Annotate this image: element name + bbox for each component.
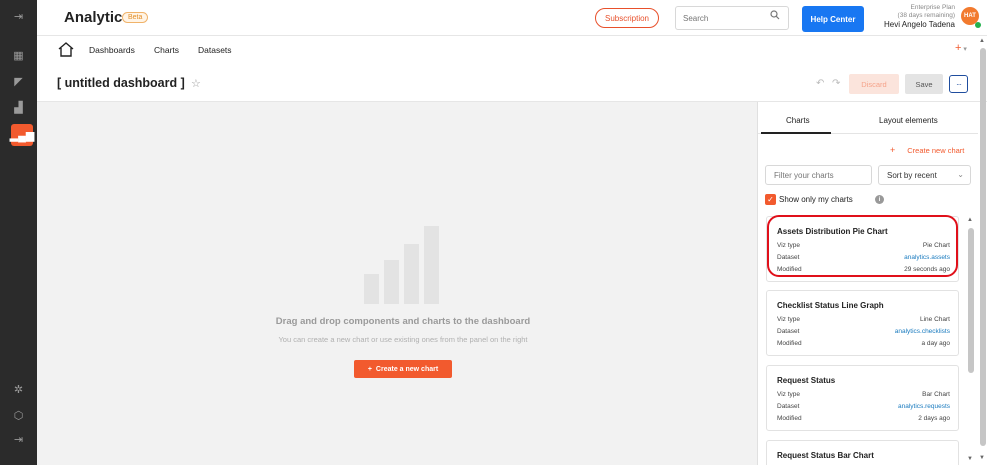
nav-dashboards[interactable]: Dashboards	[89, 45, 135, 55]
empty-chart-illustration	[364, 226, 439, 304]
chart-card-title: Checklist Status Line Graph	[777, 301, 884, 310]
dashboard-title[interactable]: [ untitled dashboard ]	[57, 76, 185, 90]
dataset-link[interactable]: analytics.assets	[904, 254, 950, 261]
more-options-button[interactable]: ···	[949, 75, 968, 93]
dataset-label: Dataset	[777, 254, 800, 261]
show-only-mine-checkbox[interactable]: ✓	[765, 194, 776, 205]
sort-select[interactable]: Sort by recent ⌄	[878, 165, 971, 185]
viz-type-label: Viz type	[777, 316, 801, 323]
chart-card-title: Request Status	[777, 376, 836, 385]
tab-layout-elements[interactable]: Layout elements	[879, 116, 938, 125]
info-icon[interactable]: i	[875, 195, 884, 204]
left-rail: ⇥ ▦ ◤ ▟ ▂▄▆ ✲ ⬡ ⇥	[0, 0, 37, 465]
user-name: Hevi Angelo Tadena	[883, 20, 955, 29]
modified-value: 2 days ago	[918, 415, 950, 422]
home-icon[interactable]	[57, 41, 75, 57]
dashboard-title-bar: [ untitled dashboard ] ☆ ↶ ↷ Discard Sav…	[37, 64, 987, 102]
modified-label: Modified	[777, 415, 802, 422]
viz-type-value: Pie Chart	[922, 242, 950, 249]
sort-value: Sort by recent	[887, 171, 937, 180]
modified-value: a day ago	[921, 340, 950, 347]
modified-value: 29 seconds ago	[904, 266, 950, 273]
show-only-mine-label: Show only my charts	[779, 195, 853, 204]
create-new-chart-button[interactable]: + Create a new chart	[354, 360, 452, 378]
online-status-dot	[975, 22, 981, 28]
viz-type-value: Line Chart	[920, 316, 950, 323]
nav-bar: Dashboards Charts Datasets + ▾	[37, 36, 987, 64]
tab-charts[interactable]: Charts	[786, 116, 810, 125]
plus-icon: +	[890, 145, 896, 155]
save-button[interactable]: Save	[905, 74, 943, 94]
dataset-label: Dataset	[777, 328, 800, 335]
charts-panel: Charts Layout elements + Create new chart…	[757, 102, 987, 465]
plus-icon: +	[367, 365, 372, 373]
search-icon[interactable]	[770, 10, 780, 23]
settings-icon[interactable]: ✲	[0, 378, 37, 400]
chart-card[interactable]: Request Status Bar Chart	[766, 440, 959, 465]
active-tab-indicator	[761, 132, 831, 134]
logout-icon[interactable]: ⇥	[0, 428, 37, 450]
add-menu-button[interactable]: + ▾	[955, 42, 967, 54]
bar-chart-icon[interactable]: ▟	[0, 96, 37, 118]
empty-state-subtitle: You can create a new chart or use existi…	[278, 335, 528, 344]
plan-label: Enterprise Plan	[910, 4, 955, 11]
grid-icon[interactable]: ▦	[0, 44, 37, 66]
discard-button[interactable]: Discard	[849, 74, 899, 94]
chart-card[interactable]: Request Status Viz type Bar Chart Datase…	[766, 365, 959, 431]
page-scroll-up-arrow[interactable]: ▲	[979, 38, 985, 44]
scroll-down-arrow[interactable]: ▼	[967, 456, 973, 462]
megaphone-icon[interactable]: ◤	[0, 70, 37, 92]
viz-type-label: Viz type	[777, 242, 801, 249]
days-remaining: (38 days remaining)	[897, 12, 955, 19]
redo-icon[interactable]: ↷	[832, 78, 840, 89]
chart-card[interactable]: Checklist Status Line Graph Viz type Lin…	[766, 290, 959, 356]
nav-charts[interactable]: Charts	[154, 45, 179, 55]
dataset-link[interactable]: analytics.requests	[898, 403, 950, 410]
chart-card[interactable]: Assets Distribution Pie Chart Viz type P…	[766, 216, 959, 282]
subscription-button[interactable]: Subscription	[595, 8, 659, 28]
dataset-link[interactable]: analytics.checklists	[895, 328, 950, 335]
top-bar: Analytics Beta Subscription Help Center …	[37, 0, 987, 36]
panel-scrollbar-thumb[interactable]	[968, 228, 974, 373]
create-new-chart-label: Create a new chart	[375, 365, 439, 373]
modified-label: Modified	[777, 340, 802, 347]
expand-sidebar-icon[interactable]: ⇥	[0, 5, 37, 27]
chart-card-title: Request Status Bar Chart	[777, 451, 874, 460]
chart-card-title: Assets Distribution Pie Chart	[777, 227, 888, 236]
dashboard-canvas[interactable]: Drag and drop components and charts to t…	[37, 102, 757, 465]
box-icon[interactable]: ⬡	[0, 404, 37, 426]
star-icon[interactable]: ☆	[191, 77, 201, 90]
viz-type-value: Bar Chart	[922, 391, 950, 398]
empty-state-title: Drag and drop components and charts to t…	[275, 316, 531, 327]
nav-datasets[interactable]: Datasets	[198, 45, 232, 55]
beta-badge: Beta	[122, 12, 149, 23]
page-scroll-down-arrow[interactable]: ▼	[979, 455, 985, 461]
modified-label: Modified	[777, 266, 802, 273]
create-new-chart-link-label: Create new chart	[907, 146, 965, 155]
app-root: ⇥ ▦ ◤ ▟ ▂▄▆ ✲ ⬡ ⇥ Analytics Beta Subscri…	[0, 0, 987, 465]
chevron-down-icon: ⌄	[957, 170, 964, 179]
filter-charts-input[interactable]	[765, 165, 872, 185]
analytics-icon[interactable]: ▂▄▆	[10, 124, 34, 146]
brand-title: Analytics	[64, 9, 131, 26]
scroll-up-arrow[interactable]: ▲	[967, 217, 973, 223]
create-new-chart-link[interactable]: + Create new chart	[890, 145, 964, 155]
page-scrollbar-thumb[interactable]	[980, 48, 986, 446]
undo-icon[interactable]: ↶	[816, 78, 824, 89]
user-info: Enterprise Plan (38 days remaining) Hevi…	[875, 4, 955, 29]
dataset-label: Dataset	[777, 403, 800, 410]
help-center-button[interactable]: Help Center	[802, 6, 864, 32]
viz-type-label: Viz type	[777, 391, 801, 398]
